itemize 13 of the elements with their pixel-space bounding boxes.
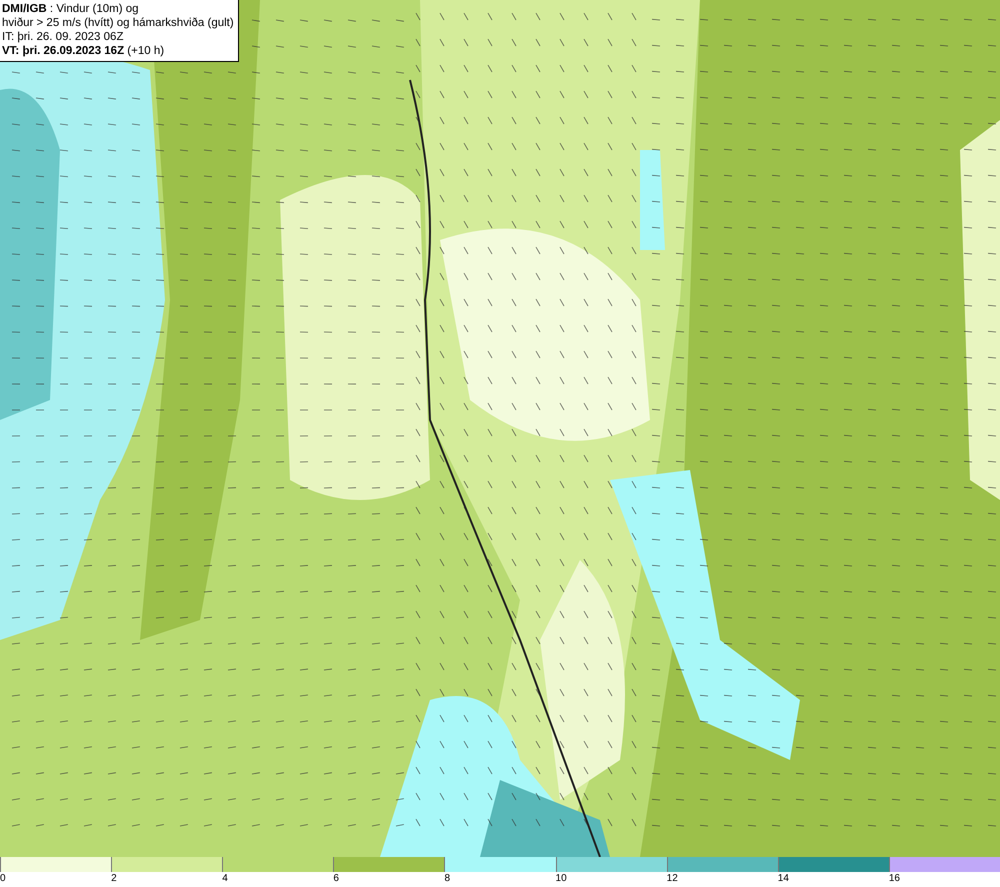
legend-tick-label: 6 <box>333 872 339 886</box>
legend-tick-label: 8 <box>444 872 450 886</box>
header-text: DMI/IGB : Vindur (10m) og <box>2 2 140 16</box>
legend-tick-label: 14 <box>778 872 789 886</box>
legend-tick-label: 10 <box>556 872 567 886</box>
legend-tick-label: 16 <box>888 872 900 886</box>
header-text: VT: þri. 26.09.2023 16Z (+10 h) <box>2 44 166 58</box>
header-text: hviður > 25 m/s (hvítt) og hámarkshviða (gult) <box>2 16 234 30</box>
legend-tick-label: 2 <box>111 872 117 886</box>
legend-tick-label: 12 <box>666 872 678 886</box>
legend-tick-label: 0 <box>0 872 6 886</box>
legend-tick-label: 4 <box>222 872 228 886</box>
header-text: IT: þri. 26. 09. 2023 06Z <box>2 30 124 44</box>
